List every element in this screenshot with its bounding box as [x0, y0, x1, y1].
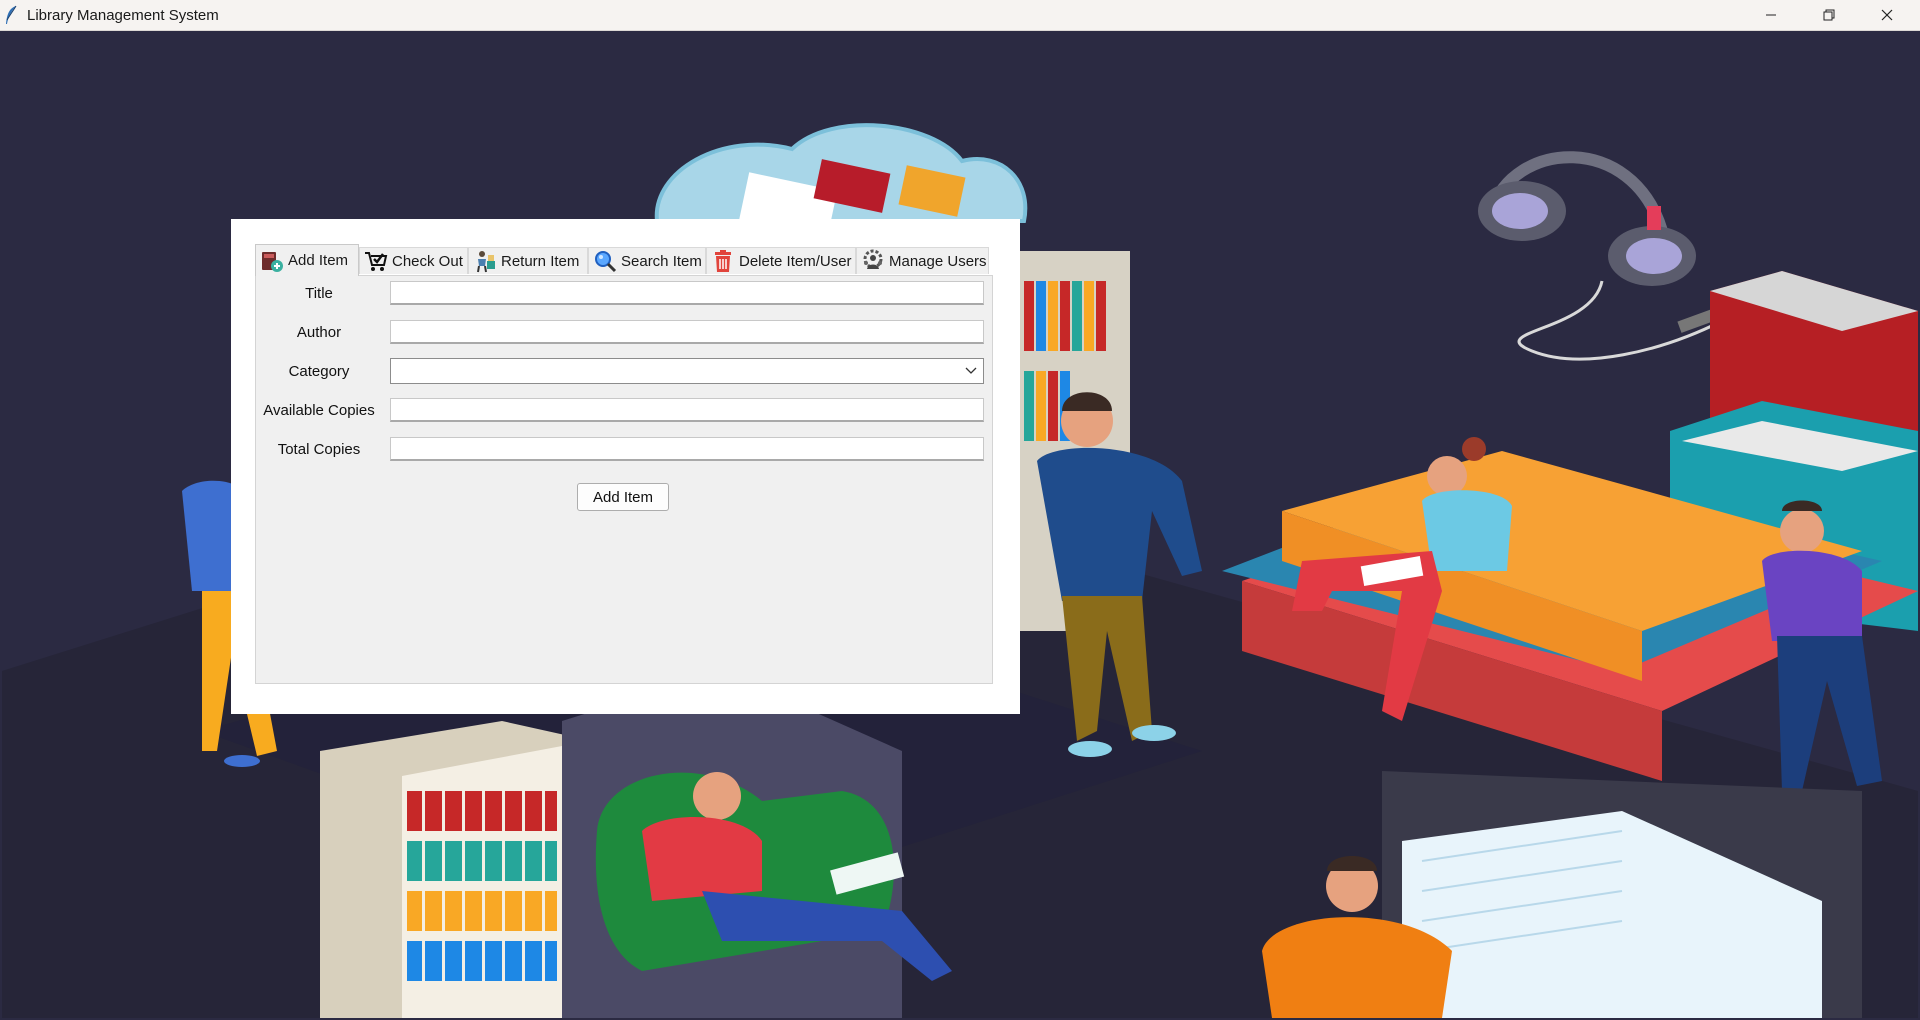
total-copies-label: Total Copies	[277, 441, 361, 458]
available-copies-input[interactable]	[390, 398, 984, 422]
window-title: Library Management System	[27, 7, 219, 24]
cart-check-icon	[365, 252, 388, 271]
category-select[interactable]	[390, 358, 984, 384]
available-copies-label: Available Copies	[263, 402, 375, 419]
users-gear-icon	[863, 249, 883, 269]
author-label: Author	[296, 324, 342, 341]
close-button[interactable]	[1858, 0, 1916, 30]
return-person-icon	[477, 251, 495, 273]
restore-button[interactable]	[1800, 0, 1858, 30]
main-window-panel: Add Item Check Out Return Item Search It…	[231, 219, 1020, 714]
tab-add-item[interactable]: Add Item	[255, 244, 359, 276]
restore-icon	[1823, 9, 1835, 21]
tab-delete-item-user[interactable]: Delete Item/User	[706, 247, 856, 274]
bookshelf-left-illustration	[320, 721, 592, 1018]
tab-manage-users[interactable]: Manage Users	[856, 247, 989, 274]
add-item-form: Title Author Category Available Copies T…	[255, 275, 993, 684]
title-label: Title	[305, 285, 333, 302]
add-item-button[interactable]: Add Item	[577, 483, 669, 511]
tab-notebook: Add Item Check Out Return Item Search It…	[255, 244, 993, 684]
window-titlebar: Library Management System	[0, 0, 1920, 31]
title-input[interactable]	[390, 281, 984, 305]
minimize-icon	[1766, 14, 1776, 16]
tab-strip: Add Item Check Out Return Item Search It…	[255, 244, 993, 276]
chevron-down-icon	[965, 367, 977, 374]
close-icon	[1881, 9, 1893, 21]
total-copies-input[interactable]	[390, 437, 984, 461]
category-label: Category	[288, 363, 350, 380]
tab-search-item[interactable]: Search Item	[588, 247, 706, 274]
add-item-icon	[262, 251, 283, 272]
author-input[interactable]	[390, 320, 984, 344]
tab-check-out[interactable]: Check Out	[359, 247, 468, 274]
minimize-button[interactable]	[1742, 0, 1800, 30]
trash-icon	[715, 250, 731, 272]
tab-return-item[interactable]: Return Item	[468, 247, 588, 274]
feather-app-icon	[6, 5, 17, 24]
magnifier-icon	[595, 251, 617, 273]
